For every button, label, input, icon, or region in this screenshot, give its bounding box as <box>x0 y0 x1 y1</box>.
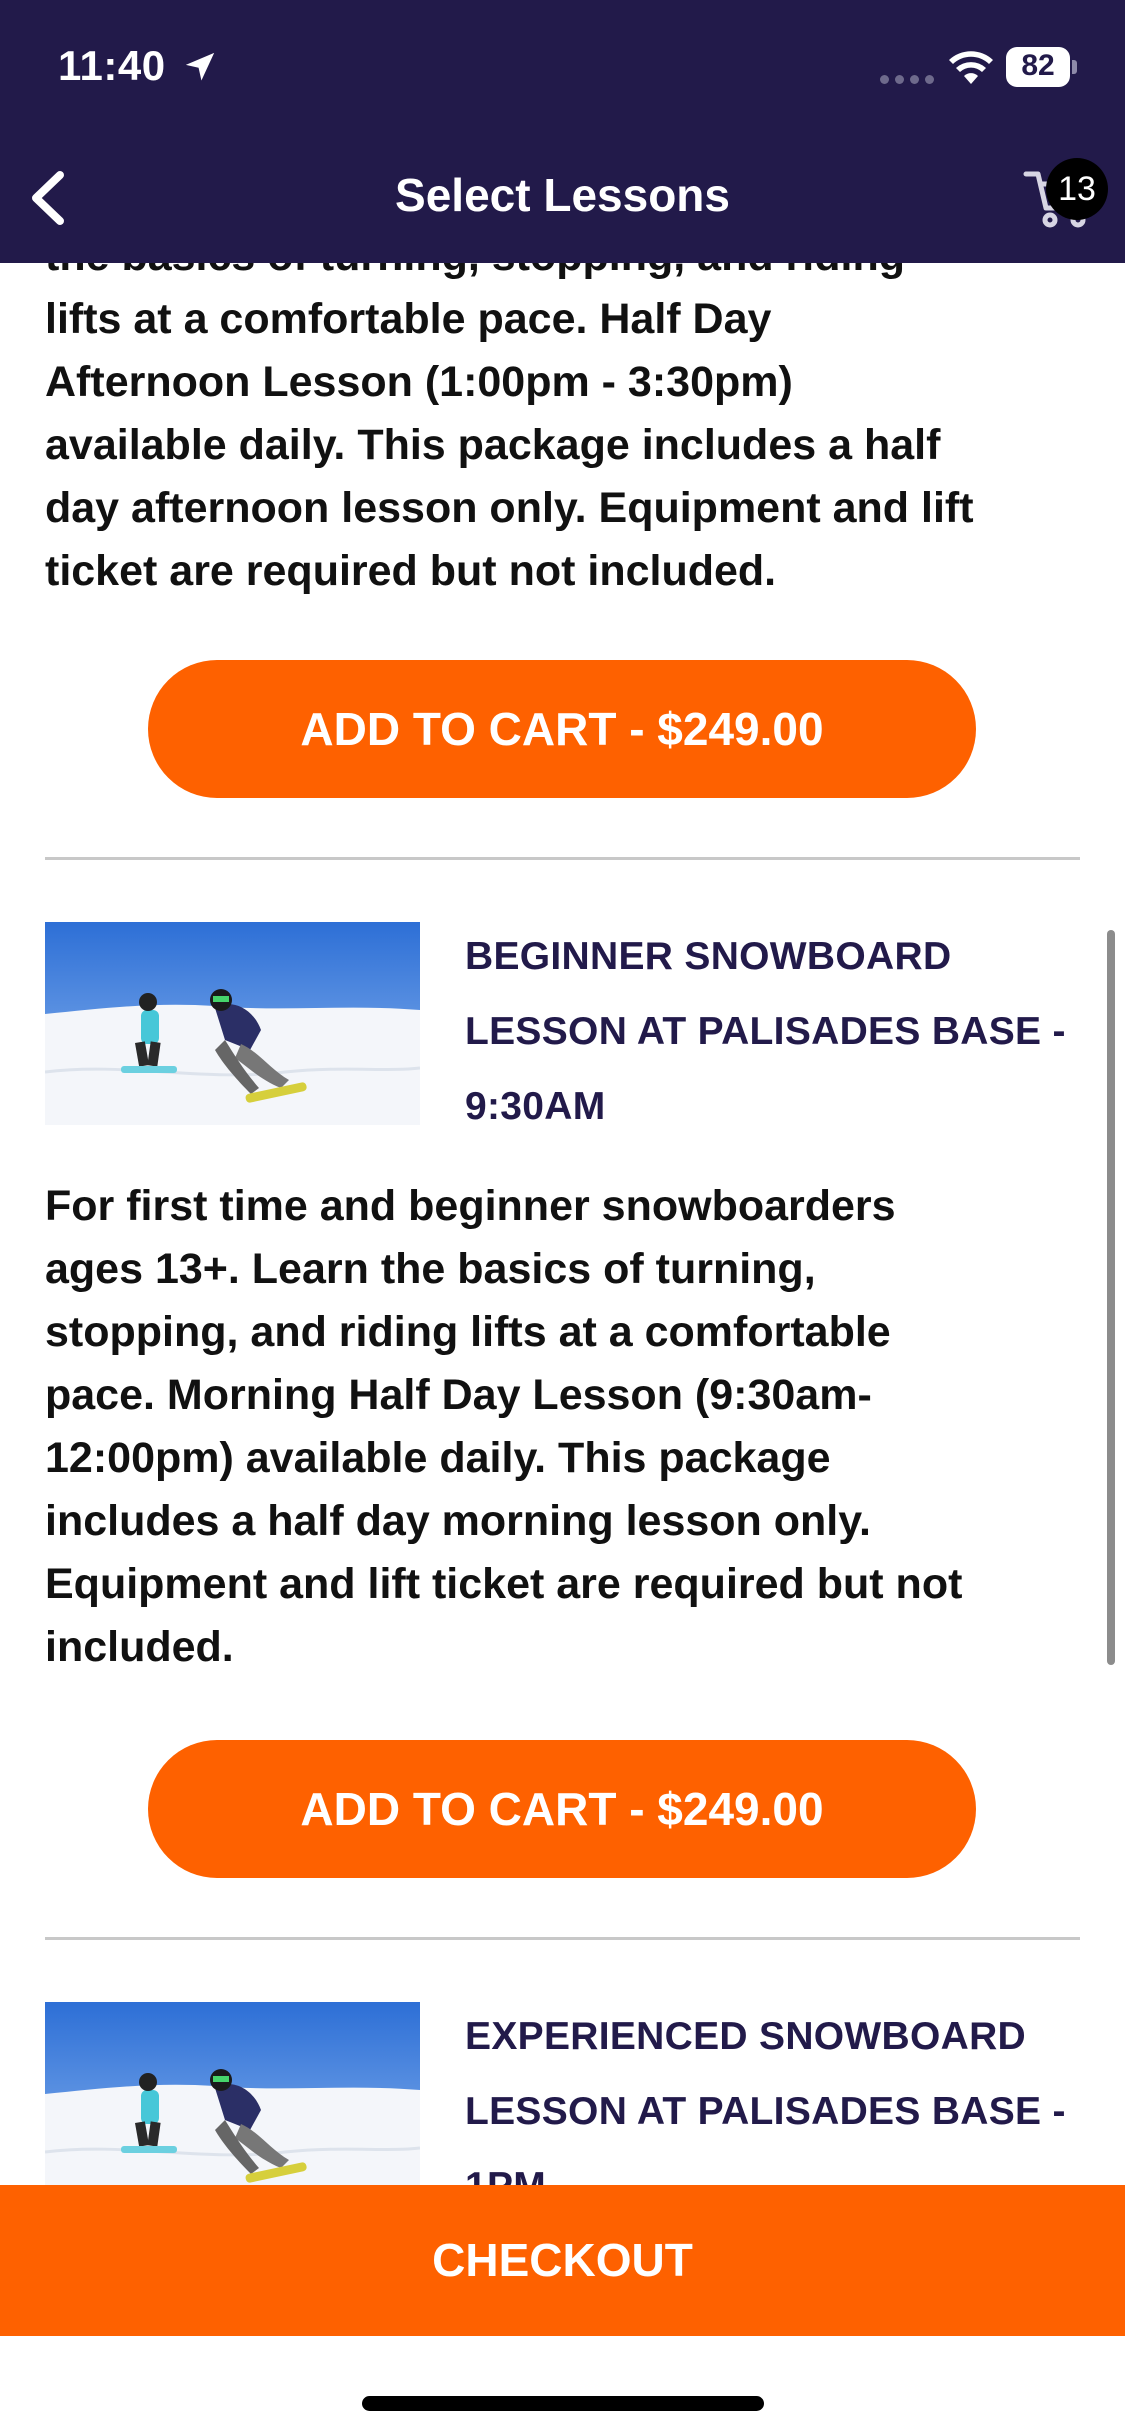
description-line: Afternoon Lesson (1:00pm - 3:30pm) <box>45 358 793 406</box>
description-line: Equipment and lift ticket are required b… <box>45 1560 963 1608</box>
page-title: Select Lessons <box>395 169 730 221</box>
title-line: 9:30AM <box>465 1085 606 1128</box>
snowboarders-photo <box>45 2002 420 2185</box>
header-bar: 11:40 82 Select Lessons 13 <box>0 0 1125 263</box>
title-line: EXPERIENCED SNOWBOARD <box>465 2015 1027 2058</box>
divider <box>45 857 1080 860</box>
title-line: 1PM <box>465 2149 1085 2185</box>
lesson-description: the basics of turning, stopping, and rid… <box>45 263 1085 603</box>
lesson-title: EXPERIENCED SNOWBOARD LESSON AT PALISADE… <box>465 1999 1085 2185</box>
description-line: pace. Morning Half Day Lesson (9:30am- <box>45 1371 872 1419</box>
title-line: LESSON AT PALISADES BASE - <box>465 1010 1066 1053</box>
battery-icon: 82 <box>1006 47 1078 87</box>
signal-icon <box>880 70 936 84</box>
add-to-cart-button[interactable]: ADD TO CART - $249.00 <box>148 1740 976 1878</box>
lessons-list[interactable]: the basics of turning, stopping, and rid… <box>0 263 1125 2185</box>
lesson-description: For first time and beginner snowboarders… <box>45 1175 1085 1679</box>
description-line: available daily. This package includes a… <box>45 421 941 469</box>
wifi-icon <box>949 51 993 84</box>
status-time: 11:40 <box>58 42 166 89</box>
description-line: For first time and beginner snowboarders <box>45 1182 896 1230</box>
add-to-cart-button[interactable]: ADD TO CART - $249.00 <box>148 660 976 798</box>
battery-level: 82 <box>1021 49 1055 82</box>
lesson-title: BEGINNER SNOWBOARD LESSON AT PALISADES B… <box>465 919 1085 1144</box>
divider <box>45 1937 1080 1940</box>
cart-count-badge[interactable]: 13 <box>1046 158 1108 220</box>
description-line: stopping, and riding lifts at a comforta… <box>45 1308 891 1356</box>
snowboarders-photo <box>45 922 420 1125</box>
description-line: day afternoon lesson only. Equipment and… <box>45 484 974 532</box>
description-line: the basics of turning, stopping, and rid… <box>45 263 1085 288</box>
description-line: includes a half day morning lesson only. <box>45 1497 871 1545</box>
title-line: BEGINNER SNOWBOARD <box>465 935 952 978</box>
description-line: lifts at a comfortable pace. Half Day <box>45 295 772 343</box>
location-arrow-icon <box>185 52 215 81</box>
scrollbar[interactable] <box>1107 930 1115 1665</box>
description-line: ticket are required but not included. <box>45 547 777 595</box>
home-indicator[interactable] <box>362 2396 764 2411</box>
title-line: LESSON AT PALISADES BASE - <box>465 2090 1066 2133</box>
description-line: 12:00pm) available daily. This package <box>45 1434 831 1482</box>
checkout-button[interactable]: CHECKOUT <box>0 2185 1125 2336</box>
description-line: ages 13+. Learn the basics of turning, <box>45 1245 816 1293</box>
description-line: included. <box>45 1623 234 1671</box>
